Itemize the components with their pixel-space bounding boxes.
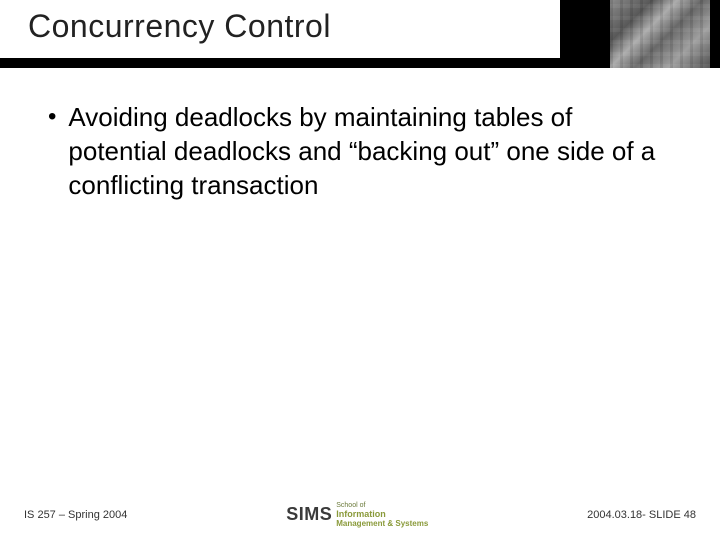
slide-title: Concurrency Control [28, 8, 560, 45]
sims-subtext: School of Information Management & Syste… [336, 501, 428, 528]
footer-left-text: IS 257 – Spring 2004 [24, 509, 127, 521]
sims-logo-text: SIMS [286, 504, 332, 525]
title-box: Concurrency Control [0, 0, 560, 58]
slide: Concurrency Control • Avoiding deadlocks… [0, 0, 720, 540]
slide-body: • Avoiding deadlocks by maintaining tabl… [48, 100, 672, 202]
bullet-item: • Avoiding deadlocks by maintaining tabl… [48, 100, 672, 202]
bullet-text: Avoiding deadlocks by maintaining tables… [68, 100, 672, 202]
footer: IS 257 – Spring 2004 SIMS School of Info… [0, 501, 720, 528]
sims-line2: Information [336, 510, 428, 519]
sims-line3: Management & Systems [336, 519, 428, 528]
footer-right-text: 2004.03.18- SLIDE 48 [587, 509, 696, 521]
header-decorative-image [610, 0, 710, 68]
footer-center-logo: SIMS School of Information Management & … [286, 501, 428, 528]
bullet-marker-icon: • [48, 100, 56, 134]
